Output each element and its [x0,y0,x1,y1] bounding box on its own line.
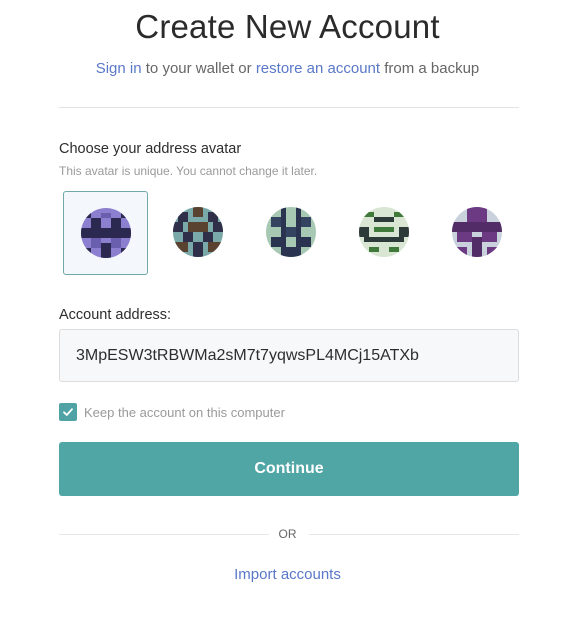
keep-account-label: Keep the account on this computer [84,404,285,420]
avatar-icon [451,207,502,257]
avatar-option-4[interactable] [342,191,425,273]
keep-account-checkbox-row[interactable]: Keep the account on this computer [59,403,285,421]
avatar-option-3[interactable] [249,191,332,273]
page-title: Create New Account [135,8,440,45]
subtitle-text-middle: to your wallet or [141,60,256,77]
page-subtitle: Sign in to your wallet or restore an acc… [0,60,575,77]
avatar-picker [63,191,519,275]
avatar-section-label: Choose your address avatar [59,141,242,157]
subtitle-text-end: from a backup [380,60,480,77]
restore-account-link[interactable]: restore an account [256,60,380,77]
avatar-icon [358,207,409,257]
avatar-option-5[interactable] [435,191,518,273]
avatar-icon [265,207,316,257]
keep-account-checkbox[interactable] [59,403,77,421]
address-label: Account address: [59,307,172,323]
avatar-option-1[interactable] [63,191,148,275]
sign-in-link[interactable]: Sign in [96,60,142,77]
continue-button[interactable]: Continue [59,442,519,496]
header-divider [59,107,519,108]
avatar-section-note: This avatar is unique. You cannot change… [59,164,318,178]
or-label: OR [278,527,297,541]
import-accounts-link[interactable]: Import accounts [0,566,575,583]
avatar-icon [172,207,223,257]
address-field[interactable] [59,329,519,382]
avatar-icon [80,208,131,258]
avatar-option-2[interactable] [156,191,239,273]
check-icon [63,408,73,416]
